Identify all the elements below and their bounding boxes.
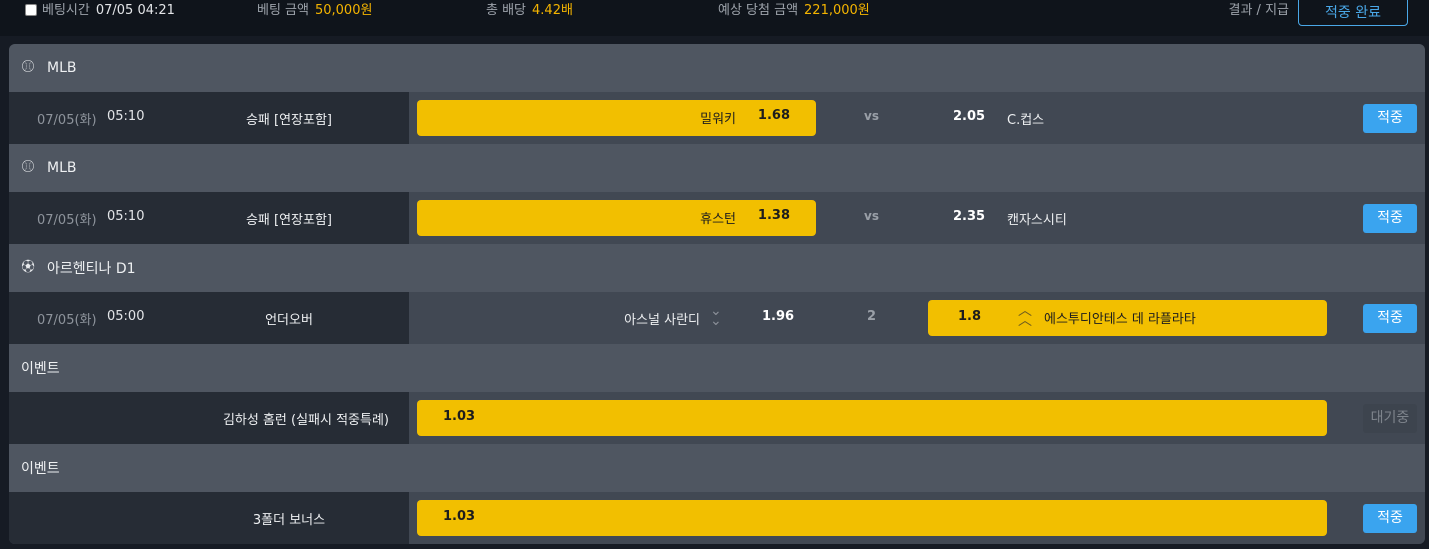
home-odds: 1.38 bbox=[757, 208, 790, 223]
bet-summary-bar: 베팅시간 07/05 04:21 베팅 금액 50,000원 총 배당 4.42배 예… bbox=[0, 0, 1429, 36]
match-time: 05:10 bbox=[107, 109, 145, 124]
bet-time-label: 베팅시간 bbox=[42, 3, 90, 18]
expected-win-label: 예상 당첨 금액 bbox=[718, 3, 799, 18]
event-header: 이벤트 bbox=[9, 444, 1425, 492]
home-selection[interactable]: 휴스턴 1.38 bbox=[417, 200, 816, 236]
vs-label: vs bbox=[864, 209, 879, 223]
bet-amount-value: 50,000원 bbox=[314, 3, 373, 18]
match-date: 07/05(화) bbox=[37, 213, 97, 228]
match-time: 05:00 bbox=[107, 309, 145, 324]
event-odds: 1.03 bbox=[443, 409, 476, 424]
event-name: 이벤트 bbox=[21, 461, 60, 477]
home-odds: 1.68 bbox=[757, 108, 790, 123]
market-name: 언더오버 bbox=[265, 313, 313, 328]
bet-row: 07/05(화) 05:10 승패 [연장포함] 휴스턴 1.38 vs 2.3… bbox=[9, 192, 1425, 244]
market-name: 승패 [연장포함] bbox=[245, 113, 333, 128]
league-header: ⚾︎ MLB bbox=[9, 144, 1425, 192]
baseball-icon: ⚾︎ bbox=[21, 60, 35, 75]
event-selection[interactable]: 1.03 bbox=[417, 400, 1327, 436]
home-odds: 1.96 bbox=[762, 309, 795, 324]
home-team: 휴스턴 bbox=[700, 212, 736, 227]
match-info: 07/05(화) 05:10 승패 [연장포함] bbox=[9, 192, 409, 244]
bet-row: 07/05(화) 05:10 승패 [연장포함] 밀워키 1.68 vs 2.0… bbox=[9, 92, 1425, 144]
total-odds: 총 배당 4.42배 bbox=[486, 2, 573, 20]
home-team: 아스널 사란디 bbox=[624, 313, 700, 328]
market-name: 승패 [연장포함] bbox=[245, 213, 333, 228]
away-team: C.컵스 bbox=[1007, 113, 1045, 128]
status-badge[interactable]: 적중 bbox=[1363, 104, 1417, 133]
select-checkbox[interactable] bbox=[25, 4, 37, 16]
win-complete-button[interactable]: 적중 완료 bbox=[1298, 0, 1408, 26]
event-name: 이벤트 bbox=[21, 361, 60, 377]
baseball-icon: ⚾︎ bbox=[21, 160, 35, 175]
away-team: 에스투디안테스 데 라플라타 bbox=[1044, 312, 1196, 327]
chevron-double-down-icon: ⌄ ⌄ bbox=[710, 303, 722, 329]
home-team: 밀워키 bbox=[700, 112, 736, 127]
result-payout-label: 결과 / 지급 bbox=[1228, 3, 1290, 18]
status-badge[interactable]: 대기중 bbox=[1363, 404, 1417, 433]
league-name: MLB bbox=[47, 160, 77, 176]
away-odds: 2.35 bbox=[953, 209, 986, 224]
away-odds: 1.8 bbox=[958, 309, 982, 324]
home-selection[interactable]: 밀워키 1.68 bbox=[417, 100, 816, 136]
bet-slip-panel: ⚾︎ MLB 07/05(화) 05:10 승패 [연장포함] 밀워키 1.68… bbox=[9, 44, 1425, 544]
match-date: 07/05(화) bbox=[37, 313, 97, 328]
match-info: 07/05(화) 05:00 언더오버 bbox=[9, 292, 409, 344]
league-header: ⚽︎ 아르헨티나 D1 bbox=[9, 244, 1425, 292]
event-selection[interactable]: 1.03 bbox=[417, 500, 1327, 536]
status-badge[interactable]: 적중 bbox=[1363, 204, 1417, 233]
away-selection[interactable]: 1.8 ︿ ︿ 에스투디안테스 데 라플라타 bbox=[928, 300, 1327, 336]
match-time: 05:10 bbox=[107, 209, 145, 224]
total-odds-label: 총 배당 bbox=[486, 3, 527, 18]
league-name: 아르헨티나 D1 bbox=[47, 261, 136, 277]
total-odds-value: 4.42배 bbox=[532, 3, 573, 18]
bet-row: 3폴더 보너스 1.03 적중 bbox=[9, 492, 1425, 544]
market-name: 3폴더 보너스 bbox=[252, 513, 326, 528]
bet-time: 베팅시간 07/05 04:21 bbox=[42, 2, 175, 20]
bet-row: 07/05(화) 05:00 언더오버 아스널 사란디 ⌄ ⌄ 1.96 2 1.… bbox=[9, 292, 1425, 344]
expected-win: 예상 당첨 금액 221,000원 bbox=[718, 2, 870, 20]
match-date: 07/05(화) bbox=[37, 113, 97, 128]
away-odds: 2.05 bbox=[953, 109, 986, 124]
league-header: ⚾︎ MLB bbox=[9, 44, 1425, 92]
event-odds: 1.03 bbox=[443, 509, 476, 524]
soccer-ball-icon: ⚽︎ bbox=[21, 260, 35, 275]
expected-win-value: 221,000원 bbox=[804, 3, 870, 18]
chevron-double-up-icon: ︿ ︿ bbox=[1018, 303, 1032, 329]
league-name: MLB bbox=[47, 60, 77, 76]
market-name: 김하성 홈런 (실패시 적중특례) bbox=[222, 413, 389, 428]
away-team: 캔자스시티 bbox=[1007, 213, 1067, 228]
bet-time-value: 07/05 04:21 bbox=[95, 3, 175, 18]
bet-row: 김하성 홈런 (실패시 적중특례) 1.03 대기중 bbox=[9, 392, 1425, 444]
match-info: 김하성 홈런 (실패시 적중특례) bbox=[9, 392, 409, 444]
status-badge[interactable]: 적중 bbox=[1363, 304, 1417, 333]
bet-amount-label: 베팅 금액 bbox=[257, 3, 309, 18]
vs-label: vs bbox=[864, 109, 879, 123]
event-header: 이벤트 bbox=[9, 344, 1425, 392]
status-badge[interactable]: 적중 bbox=[1363, 504, 1417, 533]
match-info: 07/05(화) 05:10 승패 [연장포함] bbox=[9, 92, 409, 144]
match-info: 3폴더 보너스 bbox=[9, 492, 409, 544]
handicap-line: 2 bbox=[867, 309, 877, 324]
bet-amount: 베팅 금액 50,000원 bbox=[257, 2, 372, 20]
